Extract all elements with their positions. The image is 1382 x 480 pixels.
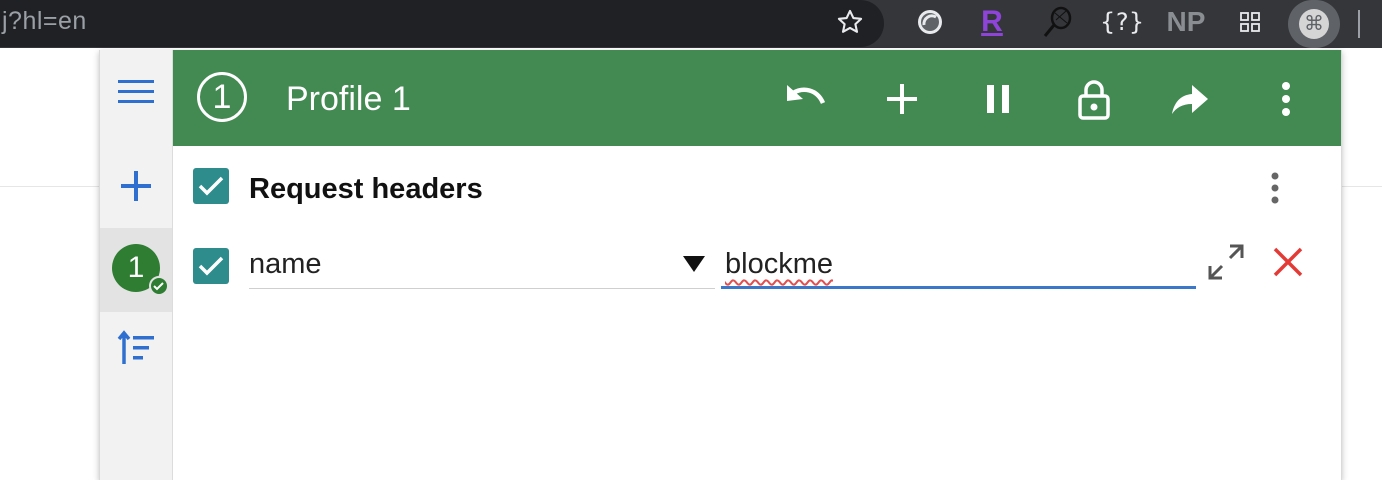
sidebar: 1 — [100, 50, 173, 480]
dropdown-arrow-icon[interactable] — [681, 254, 707, 274]
profile-active-check-icon — [149, 276, 169, 296]
lock-icon[interactable] — [1071, 76, 1117, 122]
modheader-popup: 1 1 Profile 1 Request headers name block… — [99, 50, 1342, 480]
json-icon[interactable]: {?} — [1100, 4, 1144, 40]
sort-icon[interactable] — [116, 328, 156, 368]
url-text[interactable]: j?hl=en — [2, 7, 87, 36]
section-title: Request headers — [249, 173, 483, 205]
add-icon[interactable] — [879, 76, 925, 122]
sidebar-profile-item[interactable]: 1 — [100, 228, 172, 312]
command-icon[interactable]: ⌘ — [1288, 0, 1340, 48]
profile-header: 1 Profile 1 — [173, 50, 1341, 146]
expand-icon[interactable] — [1206, 242, 1246, 282]
delete-icon[interactable] — [1270, 244, 1306, 280]
add-profile-icon[interactable] — [118, 168, 154, 204]
r-extension-icon[interactable]: R — [974, 4, 1010, 40]
star-icon[interactable] — [832, 4, 868, 40]
row-enable-checkbox[interactable] — [193, 248, 229, 284]
header-name-value[interactable]: name — [249, 248, 322, 281]
browser-toolbar: j?hl=en R {?} NP ⌘ — [0, 0, 1382, 48]
menu-icon[interactable] — [116, 76, 156, 106]
section-more-icon[interactable] — [1260, 170, 1290, 210]
undo-icon[interactable] — [783, 76, 829, 122]
profile-title[interactable]: Profile 1 — [286, 80, 411, 119]
np-extension-icon[interactable]: NP — [1164, 4, 1208, 40]
header-name-field[interactable]: name — [249, 246, 715, 289]
toolbar-divider — [1358, 10, 1360, 38]
header-value-text[interactable]: blockme — [725, 248, 833, 281]
share-icon[interactable] — [1167, 76, 1213, 122]
header-value-field[interactable]: blockme — [721, 246, 1196, 289]
tennis-icon[interactable] — [1038, 4, 1078, 40]
grid-icon[interactable] — [1232, 4, 1268, 40]
profile-number-badge[interactable]: 1 — [197, 72, 247, 122]
pause-icon[interactable] — [975, 76, 1021, 122]
section-enable-checkbox[interactable] — [193, 168, 229, 204]
more-vert-icon[interactable] — [1263, 76, 1309, 122]
ghost-icon[interactable] — [912, 4, 948, 40]
address-bar[interactable]: j?hl=en — [0, 0, 884, 47]
